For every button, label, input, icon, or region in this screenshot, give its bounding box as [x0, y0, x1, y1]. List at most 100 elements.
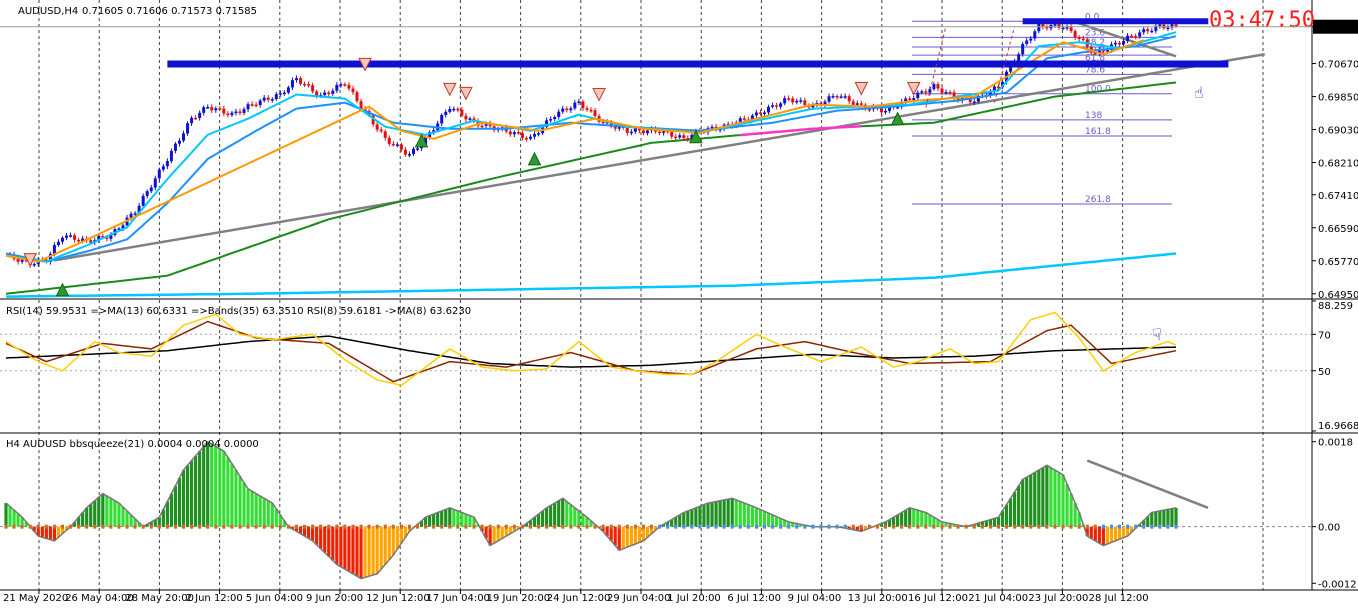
candle-bull[interactable] [633, 128, 637, 132]
candle-bear[interactable] [565, 108, 569, 111]
candle-bear[interactable] [859, 103, 863, 105]
candle-bear[interactable] [464, 115, 468, 120]
candle-bull[interactable] [278, 93, 282, 95]
candle-bull[interactable] [762, 112, 766, 115]
candle-bull[interactable] [972, 101, 976, 104]
candle-bull[interactable] [767, 106, 771, 113]
candle-bear[interactable] [835, 96, 839, 98]
candle-bull[interactable] [573, 102, 577, 109]
candle-bear[interactable] [403, 149, 407, 155]
candle-bear[interactable] [391, 143, 395, 146]
candle-bull[interactable] [186, 123, 190, 134]
candle-bull[interactable] [839, 96, 843, 98]
candle-bear[interactable] [355, 92, 359, 102]
time-axis[interactable]: 21 May 202026 May 04:0028 May 20:002 Jun… [3, 590, 1149, 604]
candle-bear[interactable] [851, 101, 855, 105]
candle-bear[interactable] [847, 96, 851, 102]
candle-bear[interactable] [77, 239, 81, 242]
candle-bull[interactable] [190, 117, 194, 124]
trading-chart[interactable]: 0.023.638.250.061.878.6100.0138161.8261.… [0, 0, 1358, 608]
candle-bear[interactable] [670, 131, 674, 137]
candle-bear[interactable] [1118, 42, 1122, 45]
candle-bull[interactable] [331, 90, 335, 94]
candle-bull[interactable] [149, 187, 153, 192]
candle-bear[interactable] [351, 88, 355, 93]
candle-bull[interactable] [1158, 24, 1162, 26]
candle-bull[interactable] [932, 84, 936, 90]
candle-bull[interactable] [645, 130, 649, 134]
candle-bull[interactable] [258, 100, 262, 105]
candle-bull[interactable] [710, 126, 714, 129]
candle-bull[interactable] [286, 87, 290, 93]
candle-bear[interactable] [238, 111, 242, 114]
candle-bear[interactable] [347, 84, 351, 89]
candle-bull[interactable] [1065, 27, 1069, 29]
candle-bull[interactable] [153, 178, 157, 188]
candle-bull[interactable] [771, 105, 775, 107]
candle-bear[interactable] [266, 97, 270, 100]
candle-bull[interactable] [133, 213, 137, 215]
candle-bull[interactable] [323, 92, 327, 96]
candle-bull[interactable] [944, 91, 948, 94]
candle-bear[interactable] [343, 84, 347, 86]
candle-bear[interactable] [359, 101, 363, 109]
candle-bull[interactable] [165, 161, 169, 167]
candle-bull[interactable] [56, 241, 60, 246]
candle-bull[interactable] [1126, 35, 1130, 42]
candle-bear[interactable] [456, 108, 460, 111]
candle-bull[interactable] [198, 112, 202, 119]
candle-bear[interactable] [250, 104, 254, 106]
candle-bear[interactable] [194, 117, 198, 120]
candle-bull[interactable] [1142, 29, 1146, 33]
candle-bull[interactable] [161, 166, 165, 170]
candle-bear[interactable] [327, 92, 331, 94]
candle-bull[interactable] [69, 235, 73, 237]
candle-bull[interactable] [678, 135, 682, 138]
candle-bull[interactable] [157, 169, 161, 179]
candle-bull[interactable] [1105, 50, 1109, 52]
candle-bull[interactable] [1053, 24, 1057, 26]
candle-bull[interactable] [60, 237, 64, 242]
candle-bull[interactable] [32, 264, 36, 266]
candle-bull[interactable] [537, 133, 541, 135]
candle-bull[interactable] [274, 94, 278, 100]
candle-bull[interactable] [411, 148, 415, 155]
candle-bull[interactable] [1150, 30, 1154, 33]
candle-bear[interactable] [16, 258, 20, 262]
candle-bull[interactable] [177, 140, 181, 144]
candle-bull[interactable] [1061, 27, 1065, 30]
candle-bear[interactable] [254, 104, 258, 107]
candle-bull[interactable] [145, 191, 149, 196]
candle-bull[interactable] [512, 132, 516, 135]
candle-bear[interactable] [908, 98, 912, 101]
candle-bear[interactable] [516, 132, 520, 134]
candle-bull[interactable] [339, 84, 343, 86]
candle-bull[interactable] [799, 100, 803, 102]
candle-bear[interactable] [940, 88, 944, 93]
candle-bull[interactable] [1138, 32, 1142, 37]
candle-bull[interactable] [444, 111, 448, 115]
candle-bull[interactable] [452, 108, 456, 111]
candle-bull[interactable] [831, 96, 835, 98]
candle-bull[interactable] [855, 103, 859, 105]
candle-bear[interactable] [480, 125, 484, 128]
candle-bear[interactable] [593, 110, 597, 117]
candle-bull[interactable] [533, 133, 537, 137]
candle-bull[interactable] [1017, 54, 1021, 62]
candle-bull[interactable] [754, 112, 758, 116]
candle-bear[interactable] [996, 86, 1000, 88]
candle-bull[interactable] [169, 150, 173, 162]
candle-bear[interactable] [315, 91, 319, 96]
candle-bull[interactable] [262, 97, 266, 101]
candle-bull[interactable] [214, 108, 218, 111]
candle-bear[interactable] [399, 144, 403, 150]
candle-bear[interactable] [803, 100, 807, 105]
candle-bull[interactable] [290, 80, 294, 88]
candle-bear[interactable] [1069, 27, 1073, 32]
candle-bull[interactable] [1029, 38, 1033, 41]
candle-bull[interactable] [629, 131, 633, 134]
candle-bear[interactable] [1073, 31, 1077, 38]
candle-bear[interactable] [936, 84, 940, 89]
candle-bear[interactable] [218, 108, 222, 110]
candle-bear[interactable] [682, 135, 686, 139]
